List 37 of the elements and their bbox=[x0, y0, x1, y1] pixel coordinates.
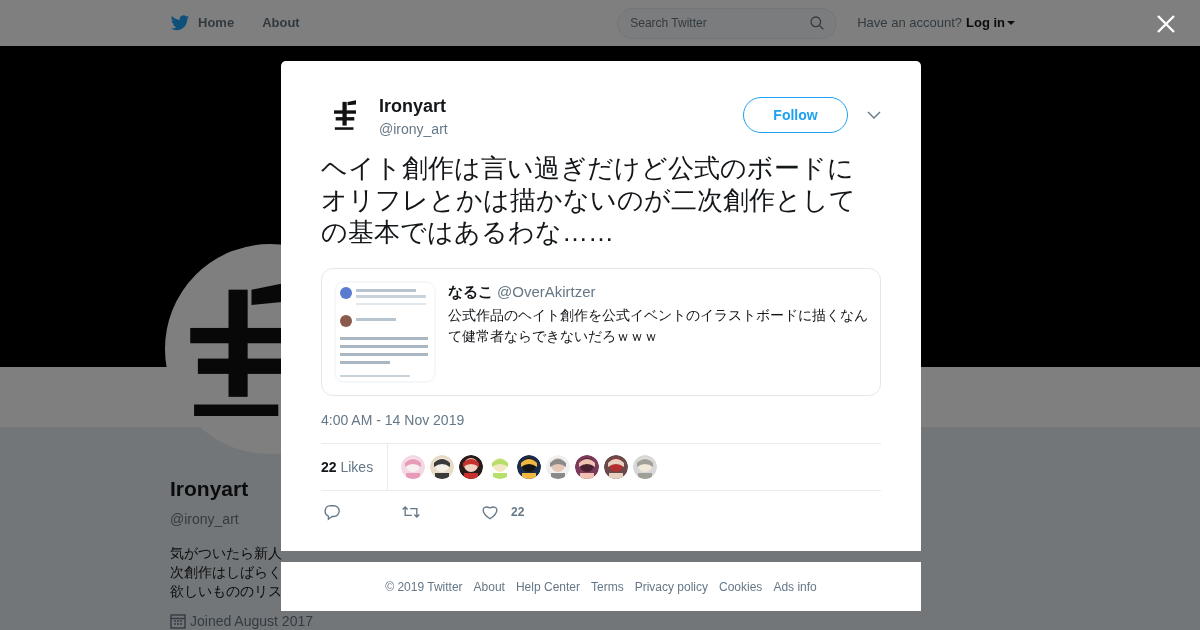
profile-name: Ironyart bbox=[170, 476, 249, 502]
retweet-icon[interactable] bbox=[401, 503, 421, 521]
close-button[interactable] bbox=[1156, 14, 1176, 34]
tweet-timestamp: 4:00 AM - 14 Nov 2019 bbox=[321, 411, 466, 430]
quoted-author-name: なるこ bbox=[448, 282, 493, 302]
caret-icon bbox=[1007, 21, 1015, 25]
footer-link[interactable]: Terms bbox=[591, 577, 624, 596]
footer-link[interactable]: Privacy policy bbox=[634, 577, 708, 596]
quoted-author-handle: @OverAkirtzer bbox=[497, 282, 596, 302]
quoted-tweet[interactable]: なるこ @OverAkirtzer 公式作品のヘイト創作を公式イベントのイラストボードに描くなんて健常者ならできないだろｗｗｗ bbox=[321, 268, 881, 396]
bio-line: 欲しいもののリス bbox=[170, 581, 282, 601]
quoted-tweet-text: 公式作品のヘイト創作を公式イベントのイラストボードに描くなんて健常者ならできないだろｗｗｗ bbox=[448, 305, 868, 346]
tweet-text: ヘイト創作は言い過ぎだけど公式のボードにオリフレとかは描かないのが二次創作としての基本ではあるわな…… bbox=[321, 152, 857, 248]
logo-icon bbox=[334, 100, 356, 130]
footer-link[interactable]: About bbox=[473, 577, 505, 596]
footer-link[interactable]: Ads info bbox=[773, 577, 817, 596]
joined-date: Joined August 2017 bbox=[190, 611, 313, 630]
account-prompt: Have an account? bbox=[857, 14, 962, 33]
nav-link[interactable]: Home bbox=[198, 13, 235, 33]
author-handle: @irony_art bbox=[379, 120, 448, 139]
search-icon[interactable] bbox=[809, 14, 826, 31]
login-button[interactable]: Log in bbox=[966, 13, 1015, 33]
bio-line: 次創作はしばらく bbox=[170, 562, 282, 582]
author-name: Ironyart bbox=[379, 95, 448, 117]
profile-handle: @irony_art bbox=[170, 509, 239, 529]
heart-icon[interactable] bbox=[481, 503, 499, 521]
search-field[interactable]: Search Twitter bbox=[617, 7, 838, 39]
footer-link[interactable]: Cookies bbox=[719, 577, 763, 596]
likes-count[interactable]: 22 Likes bbox=[321, 456, 374, 478]
bio-line: 気がついたら新人 bbox=[170, 543, 282, 563]
footer-link[interactable]: © 2019 Twitter bbox=[385, 577, 463, 596]
nav-link[interactable]: About bbox=[262, 13, 300, 33]
footer-link[interactable]: Help Center bbox=[515, 577, 580, 596]
like-count: 22 bbox=[511, 504, 525, 521]
calendar-icon bbox=[170, 613, 186, 629]
chevron-down-icon[interactable] bbox=[867, 111, 881, 119]
reply-icon[interactable] bbox=[323, 503, 341, 521]
